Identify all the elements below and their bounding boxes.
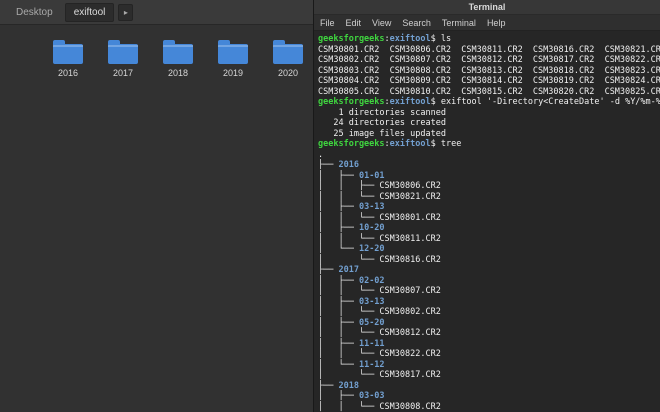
terminal-line: ├── 2016 [318,160,359,170]
folder-label: 2016 [57,68,79,78]
desktop-screen: Desktop exiftool ▸ 2016 2017 2018 2019 2020 … [0,0,660,412]
terminal-line: │ ├── 02-02 [318,275,385,286]
terminal-line: │ │ └── CSM30811.CR2 [318,233,441,244]
terminal-line: geeksforgeeks:exiftool$ ls [318,34,452,44]
terminal-menubar: File Edit View Search Terminal Help [314,15,660,31]
terminal-line: ├── 2018 [318,380,359,391]
terminal-line: CSM30804.CR2 CSM30809.CR2 CSM30814.CR2 C… [318,76,660,86]
terminal-line: │ │ └── CSM30801.CR2 [318,212,441,223]
folder-icon [218,40,248,64]
folder-icon [273,40,303,64]
folder-item[interactable]: 2019 [217,39,249,78]
folder-icon [53,40,83,64]
folder-icon [108,40,138,64]
terminal-line: │ │ └── CSM30821.CR2 [318,191,441,202]
terminal-line: │ └── 11-12 [318,359,385,370]
terminal-output-area[interactable]: geeksforgeeks:exiftool$ ls CSM30801.CR2 C… [314,31,660,412]
folder-label: 2017 [112,68,134,78]
terminal-line: │ └── 12-20 [318,244,385,254]
terminal-line: │ │ └── CSM30802.CR2 [318,307,441,317]
menu-help[interactable]: Help [487,18,506,28]
terminal-line: │ └── CSM30816.CR2 [318,254,441,265]
terminal-line: CSM30801.CR2 CSM30806.CR2 CSM30811.CR2 C… [318,44,660,55]
terminal-line: │ │ └── CSM30807.CR2 [318,286,441,296]
folder-grid: 2016 2017 2018 2019 2020 [0,25,313,78]
terminal-line: . [318,149,324,160]
breadcrumb-exiftool[interactable]: exiftool [64,2,115,22]
terminal-line: │ │ └── CSM30808.CR2 [318,401,441,412]
folder-label: 2019 [222,68,244,78]
terminal-line: │ ├── 11-11 [318,338,385,349]
path-toggle-button[interactable]: ▸ [118,3,134,21]
breadcrumb-desktop[interactable]: Desktop [8,4,61,21]
terminal-line: │ ├── 01-01 [318,170,385,181]
menu-file[interactable]: File [320,18,335,28]
file-manager-pathbar: Desktop exiftool ▸ [0,0,313,25]
terminal-titlebar[interactable]: Terminal [314,0,660,15]
terminal-line: CSM30802.CR2 CSM30807.CR2 CSM30812.CR2 C… [318,55,660,65]
terminal-line: │ │ ├── CSM30806.CR2 [318,181,441,191]
folder-item[interactable]: 2016 [52,39,84,78]
terminal-line: │ ├── 10-20 [318,223,385,233]
menu-view[interactable]: View [372,18,391,28]
file-manager-window: Desktop exiftool ▸ 2016 2017 2018 2019 2020 [0,0,313,412]
terminal-line: 25 image files updated [318,128,446,139]
terminal-line: │ │ └── CSM30822.CR2 [318,349,441,359]
terminal-line: │ ├── 03-03 [318,391,385,401]
menu-edit[interactable]: Edit [346,18,362,28]
terminal-line: geeksforgeeks:exiftool$ tree [318,139,462,149]
terminal-line: 24 directories created [318,118,446,128]
folder-label: 2018 [167,68,189,78]
folder-icon [163,40,193,64]
folder-label: 2020 [277,68,299,78]
menu-terminal[interactable]: Terminal [442,18,476,28]
terminal-line: geeksforgeeks:exiftool$ exiftool '-Direc… [318,97,660,107]
folder-item[interactable]: 2018 [162,39,194,78]
terminal-line: ├── 2017 [318,265,359,275]
terminal-line: │ ├── 05-20 [318,317,385,328]
terminal-line: │ │ └── CSM30812.CR2 [318,328,441,338]
terminal-line: 1 directories scanned [318,107,446,118]
terminal-window: Terminal File Edit View Search Terminal … [313,0,660,412]
menu-search[interactable]: Search [402,18,431,28]
terminal-line: CSM30803.CR2 CSM30808.CR2 CSM30813.CR2 C… [318,65,660,76]
terminal-line: │ ├── 03-13 [318,202,385,212]
terminal-line: │ └── CSM30817.CR2 [318,370,441,380]
terminal-title: Terminal [468,2,506,12]
folder-item[interactable]: 2017 [107,39,139,78]
terminal-line: │ ├── 03-13 [318,296,385,307]
folder-item[interactable]: 2020 [272,39,304,78]
terminal-line: CSM30805.CR2 CSM30810.CR2 CSM30815.CR2 C… [318,86,660,97]
